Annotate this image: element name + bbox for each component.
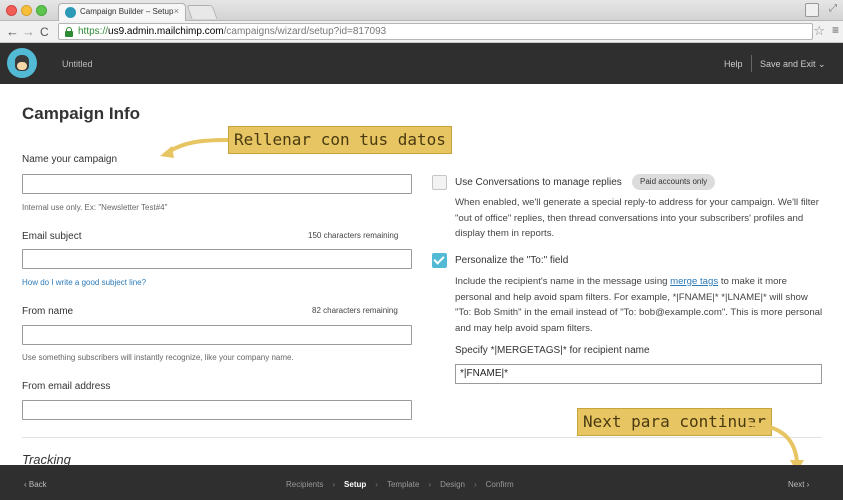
header-divider [751, 55, 752, 72]
tab-title: Campaign Builder – Setup [80, 7, 174, 16]
forward-arrow-icon[interactable]: → [22, 23, 35, 41]
step-separator-icon: › [428, 480, 432, 489]
paid-accounts-badge: Paid accounts only [632, 174, 716, 190]
conversations-title: Use Conversations to manage replies [455, 177, 622, 188]
merge-tags-link[interactable]: merge tags [670, 276, 718, 287]
mailchimp-favicon-icon [65, 7, 76, 18]
from-email-label: From email address [22, 381, 111, 392]
campaign-name-hint: Internal use only. Ex: "Newsletter Test#… [22, 203, 168, 212]
conversations-description: When enabled, we'll generate a special r… [455, 197, 819, 239]
save-and-exit-button[interactable]: Save and Exit ⌄ [760, 59, 826, 70]
personalize-to-title: Personalize the "To:" field [455, 255, 569, 266]
wizard-step-setup[interactable]: Setup [344, 480, 366, 489]
recipient-name-mergetag-input[interactable]: *|FNAME|* [455, 364, 822, 384]
annotation-fill-in: Rellenar con tus datos [228, 126, 452, 154]
browser-menu-icon[interactable]: ≡ [832, 23, 839, 37]
browser-tab[interactable]: Campaign Builder – Setup × [58, 3, 186, 21]
personalize-desc-part1: Include the recipient's name in the mess… [455, 276, 671, 287]
url-text: https://us9.admin.mailchimp.com/campaign… [78, 26, 386, 37]
help-link[interactable]: Help [724, 59, 743, 69]
url-path: /campaigns/wizard/setup?id=817093 [223, 26, 387, 37]
wizard-step-confirm[interactable]: Confirm [486, 480, 514, 489]
step-separator-icon: › [332, 480, 336, 489]
personalize-to-description: Include the recipient's name in the mess… [455, 274, 825, 336]
campaign-name-input[interactable] [22, 174, 412, 194]
from-name-hint: Use something subscribers will instantly… [22, 353, 294, 362]
wizard-step-template[interactable]: Template [387, 480, 419, 489]
merge-tags-label: Specify *|MERGETAGS|* for recipient name [455, 345, 650, 356]
mailchimp-logo-icon[interactable] [7, 48, 37, 78]
reload-icon[interactable]: C [40, 23, 49, 41]
wizard-step-design[interactable]: Design [440, 480, 465, 489]
campaign-name-label: Name your campaign [22, 154, 118, 165]
subject-char-counter: 150 characters remaining [308, 231, 399, 240]
zoom-window-icon[interactable] [36, 5, 47, 16]
app-header: Untitled Help Save and Exit ⌄ [0, 43, 843, 84]
wizard-steps: Recipients › Setup › Template › Design › Confirm [286, 480, 514, 489]
checkmark-icon [433, 253, 445, 265]
bookmark-star-icon[interactable]: ☆ [813, 23, 825, 39]
minimize-window-icon[interactable] [21, 5, 32, 16]
email-subject-label: Email subject [22, 231, 82, 242]
from-email-input[interactable] [22, 400, 412, 420]
annotation-next: Next para continuar [577, 408, 773, 436]
step-separator-icon: › [473, 480, 477, 489]
lock-icon [65, 27, 73, 37]
address-bar[interactable]: https://us9.admin.mailchimp.com/campaign… [58, 23, 813, 40]
wizard-footer: ‹ Back Recipients › Setup › Template › Design ›… [0, 465, 843, 500]
profile-icon[interactable] [805, 3, 819, 17]
email-subject-input[interactable] [22, 249, 412, 269]
conversations-checkbox[interactable] [432, 175, 447, 190]
browser-toolbar: ← → C https://us9.admin.mailchimp.com/ca… [0, 21, 843, 43]
from-name-input[interactable] [22, 325, 412, 345]
annotation-arrowhead-1 [160, 146, 174, 158]
campaign-title[interactable]: Untitled [62, 59, 93, 69]
page-title: Campaign Info [22, 104, 141, 123]
url-scheme: https:// [78, 26, 109, 37]
back-arrow-icon[interactable]: ← [6, 23, 19, 41]
subject-help-link[interactable]: How do I write a good subject line? [22, 278, 146, 287]
section-divider [22, 437, 822, 438]
fullscreen-icon[interactable]: ⤢ [829, 3, 837, 14]
tab-close-icon[interactable]: × [174, 6, 179, 16]
from-name-label: From name [22, 306, 74, 317]
url-host: us9.admin.mailchimp.com [108, 26, 224, 37]
back-button[interactable]: ‹ Back [24, 480, 47, 489]
wizard-step-recipients[interactable]: Recipients [286, 480, 323, 489]
close-window-icon[interactable] [6, 5, 17, 16]
new-tab-button[interactable] [186, 5, 218, 19]
from-name-char-counter: 82 characters remaining [312, 306, 398, 315]
next-button[interactable]: Next › [788, 480, 809, 489]
annotation-arrow-1 [166, 138, 229, 154]
browser-tab-strip: Campaign Builder – Setup × ⤢ [0, 0, 843, 21]
step-separator-icon: › [375, 480, 378, 489]
personalize-to-checkbox[interactable] [432, 253, 447, 268]
